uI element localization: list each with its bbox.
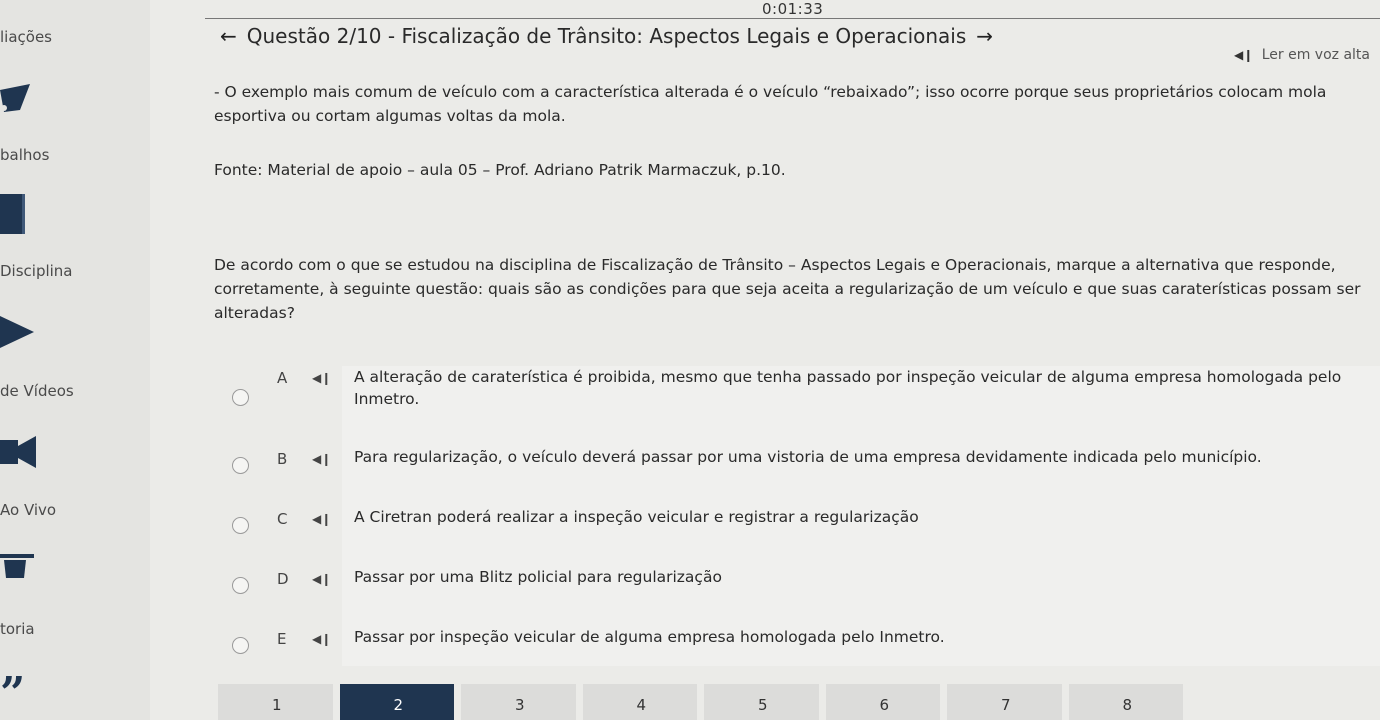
read-aloud-link[interactable]: ◀❙ Ler em voz alta bbox=[1234, 47, 1370, 63]
sidebar-item-disciplina[interactable]: Disciplina bbox=[0, 262, 73, 280]
radio-c[interactable] bbox=[232, 517, 249, 534]
page-button-5[interactable]: 5 bbox=[704, 684, 819, 720]
alternative-a[interactable]: A ◀❙ A alteração de caraterística é proi… bbox=[215, 366, 1380, 426]
alternative-letter: B bbox=[277, 450, 288, 468]
read-aloud-label: Ler em voz alta bbox=[1261, 47, 1370, 63]
sidebar: liações balhos Disciplina de Vídeos Ao V… bbox=[0, 0, 150, 720]
sidebar-item-ao-vivo[interactable]: Ao Vivo bbox=[0, 501, 56, 519]
page-button-2[interactable]: 2 bbox=[339, 684, 454, 720]
alternative-text-box[interactable]: Passar por inspeção veicular de alguma e… bbox=[342, 606, 1380, 666]
question-pagination: 1 2 3 4 5 6 7 8 bbox=[218, 684, 1190, 720]
page-button-3[interactable]: 3 bbox=[461, 684, 576, 720]
sidebar-item-videos[interactable]: de Vídeos bbox=[0, 382, 74, 400]
alternative-text: A alteração de caraterística é proibida,… bbox=[354, 368, 1342, 408]
question-page: liações balhos Disciplina de Vídeos Ao V… bbox=[0, 0, 1380, 720]
speaker-icon[interactable]: ◀❙ bbox=[312, 512, 331, 526]
alternatives-list: A ◀❙ A alteração de caraterística é proi… bbox=[215, 366, 1380, 666]
alternative-text-box[interactable]: Para regularização, o veículo deverá pas… bbox=[342, 426, 1380, 486]
sidebar-item-tutoria[interactable]: toria bbox=[0, 620, 35, 638]
divider bbox=[205, 18, 1380, 19]
alternative-letter: A bbox=[277, 369, 288, 387]
alternative-text: Passar por inspeção veicular de alguma e… bbox=[354, 628, 945, 646]
alternative-text: Para regularização, o veículo deverá pas… bbox=[354, 448, 1262, 466]
timer: 0:01:33 bbox=[762, 0, 824, 18]
alternative-b[interactable]: B ◀❙ Para regularização, o veículo dever… bbox=[215, 426, 1380, 486]
book-icon bbox=[0, 194, 25, 234]
alternative-d[interactable]: D ◀❙ Passar por uma Blitz policial para … bbox=[215, 546, 1380, 606]
speaker-icon[interactable]: ◀❙ bbox=[312, 632, 331, 646]
alternative-text: Passar por uma Blitz policial para regul… bbox=[354, 568, 722, 586]
alternative-text-box[interactable]: Passar por uma Blitz policial para regul… bbox=[342, 546, 1380, 606]
sidebar-item-avaliacoes[interactable]: liações bbox=[0, 28, 52, 46]
question-title: Questão 2/10 - Fiscalização de Trânsito:… bbox=[246, 24, 967, 48]
sidebar-item-trabalhos[interactable]: balhos bbox=[0, 146, 49, 164]
radio-e[interactable] bbox=[232, 637, 249, 654]
alternative-text: A Ciretran poderá realizar a inspeção ve… bbox=[354, 508, 919, 526]
speaker-icon[interactable]: ◀❙ bbox=[312, 452, 331, 466]
page-button-4[interactable]: 4 bbox=[582, 684, 697, 720]
arrow-right-icon[interactable]: → bbox=[976, 24, 993, 48]
graduation-cap-icon bbox=[0, 554, 34, 578]
alternative-text-box[interactable]: A Ciretran poderá realizar a inspeção ve… bbox=[342, 486, 1380, 546]
speaker-icon: ◀❙ bbox=[1233, 48, 1254, 62]
video-camera-icon bbox=[0, 436, 36, 468]
question-source: Fonte: Material de apoio – aula 05 – Pro… bbox=[214, 161, 786, 179]
alternative-c[interactable]: C ◀❙ A Ciretran poderá realizar a inspeç… bbox=[215, 486, 1380, 546]
triangle-play-icon bbox=[0, 316, 34, 348]
speaker-icon[interactable]: ◀❙ bbox=[312, 371, 331, 385]
alternative-text-box[interactable]: A alteração de caraterística é proibida,… bbox=[342, 366, 1380, 426]
radio-b[interactable] bbox=[232, 457, 249, 474]
page-button-8[interactable]: 8 bbox=[1068, 684, 1183, 720]
question-excerpt: - O exemplo mais comum de veículo com a … bbox=[214, 83, 1327, 125]
radio-d[interactable] bbox=[232, 577, 249, 594]
radio-a[interactable] bbox=[232, 389, 249, 406]
speaker-icon[interactable]: ◀❙ bbox=[312, 572, 331, 586]
alternative-letter: D bbox=[277, 570, 289, 588]
alternative-e[interactable]: E ◀❙ Passar por inspeção veicular de alg… bbox=[215, 606, 1380, 666]
question-prompt: De acordo com o que se estudou na discip… bbox=[214, 256, 1361, 322]
alternative-letter: E bbox=[277, 630, 287, 648]
trophy-icon bbox=[0, 84, 30, 112]
quote-icon: ” bbox=[0, 668, 26, 719]
page-button-7[interactable]: 7 bbox=[947, 684, 1062, 720]
page-button-1[interactable]: 1 bbox=[218, 684, 333, 720]
page-button-6[interactable]: 6 bbox=[825, 684, 940, 720]
alternative-letter: C bbox=[277, 510, 288, 528]
question-header: ← Questão 2/10 - Fiscalização de Trânsit… bbox=[210, 24, 1003, 48]
arrow-left-icon[interactable]: ← bbox=[220, 24, 237, 48]
